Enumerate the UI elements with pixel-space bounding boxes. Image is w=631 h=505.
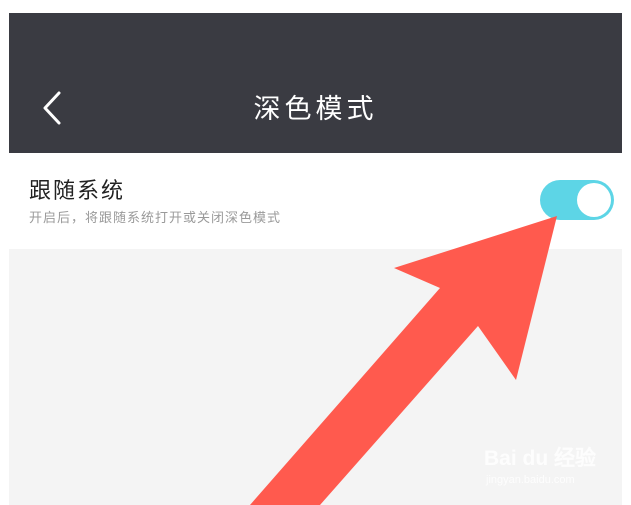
setting-description: 开启后，将跟随系统打开或关闭深色模式 <box>29 211 282 226</box>
baidu-jingyan-watermark: Bai du 经验 jingyan.baidu.com <box>484 436 614 492</box>
screen: 深色模式 跟随系统 开启后，将跟随系统打开或关闭深色模式 <box>9 13 622 505</box>
watermark-logo: Bai du 经验 <box>484 447 597 470</box>
toggle-knob <box>577 183 611 217</box>
setting-title: 跟随系统 <box>29 179 126 204</box>
page-title: 深色模式 <box>253 94 378 125</box>
app-header: 深色模式 <box>9 13 622 153</box>
follow-system-setting-row[interactable]: 跟随系统 开启后，将跟随系统打开或关闭深色模式 <box>9 153 622 249</box>
watermark-url: jingyan.baidu.com <box>486 474 575 486</box>
follow-system-toggle[interactable] <box>540 180 614 220</box>
